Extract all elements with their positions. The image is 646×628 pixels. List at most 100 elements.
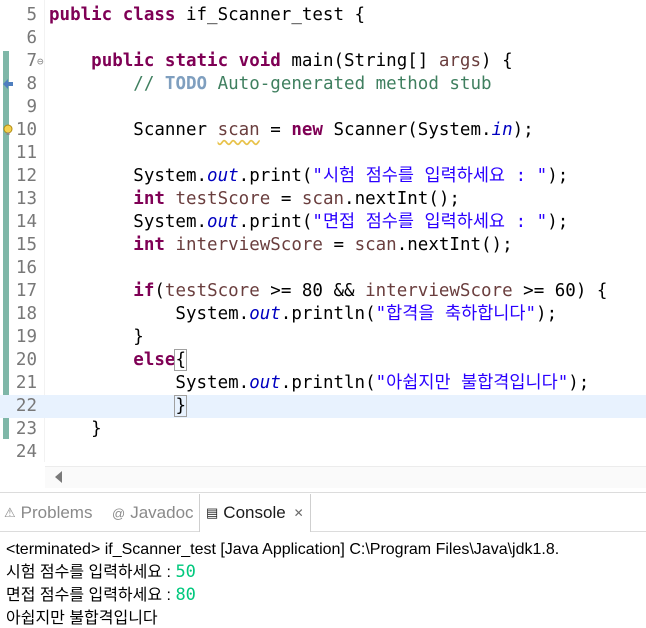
code-text[interactable]: System.out.print("시험 점수를 입력하세요 : "); <box>49 165 568 188</box>
code-token: } <box>174 395 187 417</box>
code-token: ); <box>547 212 569 232</box>
code-token: TODO <box>164 74 208 94</box>
code-token: = <box>270 189 302 209</box>
code-token: if <box>133 281 155 301</box>
code-line[interactable]: 8 // TODO Auto-generated method stub <box>0 73 646 96</box>
code-token: in <box>491 120 513 140</box>
code-token: System. <box>49 212 208 232</box>
scrollbar-track[interactable] <box>45 466 646 488</box>
code-token: Scanner(System. <box>333 120 492 140</box>
code-line[interactable]: 19 } <box>0 326 646 349</box>
problems-icon: ⚠ <box>4 505 16 520</box>
code-token: System. <box>49 304 250 324</box>
code-text[interactable]: } <box>49 326 144 349</box>
code-line[interactable]: 11 <box>0 142 646 165</box>
code-line[interactable]: 6 <box>0 27 646 50</box>
code-token: = <box>322 235 355 255</box>
code-line[interactable]: 9 <box>0 96 646 119</box>
code-token: ( <box>154 281 165 301</box>
console-input: 50 <box>175 562 196 582</box>
console-view[interactable]: <terminated> if_Scanner_test [Java Appli… <box>0 534 646 628</box>
code-text[interactable]: Scanner scan = new Scanner(System.in); <box>49 119 533 142</box>
line-number: 22 <box>15 396 37 416</box>
code-token: = <box>259 120 292 140</box>
line-number: 16 <box>15 258 37 278</box>
code-text[interactable]: if(testScore >= 80 && interviewScore >= … <box>49 280 607 303</box>
code-line[interactable]: 5 public class if_Scanner_test { <box>0 4 646 27</box>
console-prompt: 면접 점수를 입력하세요 : <box>6 587 176 604</box>
code-token: Auto-generated method stub <box>207 74 492 94</box>
code-token: "면접 점수를 입력하세요 : " <box>312 212 548 232</box>
code-token: .println( <box>280 304 376 324</box>
warning-lightbulb-icon[interactable] <box>2 124 14 136</box>
code-line[interactable]: 13 int testScore = scan.nextInt(); <box>0 188 646 211</box>
scroll-left-arrow-icon[interactable] <box>55 471 62 483</box>
code-line[interactable]: 22 } <box>0 395 646 418</box>
code-token: out <box>249 373 281 393</box>
code-token: Scanner <box>49 120 218 140</box>
tab-console[interactable]: ▤ Console ✕ <box>199 494 311 532</box>
code-text[interactable]: int testScore = scan.nextInt(); <box>49 188 460 211</box>
code-token: testScore <box>164 281 260 301</box>
code-text[interactable]: System.out.println("아쉽지만 불합격입니다"); <box>49 372 589 395</box>
line-number: 12 <box>15 166 37 186</box>
code-text[interactable]: } <box>49 418 102 441</box>
code-token: .nextInt(); <box>396 235 513 255</box>
code-text[interactable]: public static void main(String[] args) { <box>49 50 512 73</box>
code-line[interactable]: 23 } <box>0 418 646 441</box>
code-text[interactable]: // TODO Auto-generated method stub <box>49 73 492 96</box>
code-line[interactable]: 21 System.out.println("아쉽지만 불합격입니다"); <box>0 372 646 395</box>
code-editor[interactable]: 5 public class if_Scanner_test {6 7 ⊖ publi… <box>0 0 646 462</box>
code-token: } <box>49 327 144 347</box>
console-icon: ▤ <box>206 505 219 520</box>
fold-toggle-icon[interactable]: ⊖ <box>37 50 44 73</box>
code-line[interactable]: 18 System.out.println("합격을 축하합니다"); <box>0 303 646 326</box>
line-number: 9 <box>26 97 37 117</box>
tab-javadoc[interactable]: @ Javadoc <box>112 494 194 532</box>
code-token: // <box>133 74 165 94</box>
code-text[interactable]: public class if_Scanner_test { <box>49 4 365 27</box>
code-line[interactable]: 10 Scanner scan = new Scanner(System.in)… <box>0 119 646 142</box>
close-icon[interactable]: ✕ <box>294 506 304 520</box>
code-text[interactable]: System.out.print("면접 점수를 입력하세요 : "); <box>49 211 568 234</box>
code-line[interactable]: 24 <box>0 441 646 462</box>
code-text[interactable]: System.out.println("합격을 축하합니다"); <box>49 303 557 326</box>
code-line[interactable]: 15 int interviewScore = scan.nextInt(); <box>0 234 646 257</box>
code-token: >= 80 && <box>259 281 366 301</box>
code-text[interactable]: } <box>49 395 187 418</box>
line-number: 11 <box>15 143 37 163</box>
code-token: "합격을 축하합니다" <box>375 304 537 324</box>
code-line[interactable]: 16 <box>0 257 646 280</box>
code-token: scan <box>301 189 345 209</box>
override-marker-icon[interactable] <box>2 78 14 90</box>
code-line[interactable]: 12 System.out.print("시험 점수를 입력하세요 : "); <box>0 165 646 188</box>
code-line[interactable]: 20 else{ <box>0 349 646 372</box>
line-number: 15 <box>15 235 37 255</box>
code-token: scan <box>354 235 397 255</box>
code-token: out <box>207 212 239 232</box>
code-line[interactable]: 14 System.out.print("면접 점수를 입력하세요 : "); <box>0 211 646 234</box>
code-token: System. <box>49 373 250 393</box>
code-lines[interactable]: 5 public class if_Scanner_test {6 7 ⊖ publi… <box>0 4 646 462</box>
tab-problems-label: Problems <box>20 503 93 522</box>
tab-problems[interactable]: ⚠ Problems <box>4 494 92 532</box>
code-text[interactable]: int interviewScore = scan.nextInt(); <box>49 234 513 257</box>
code-token: interviewScore <box>365 281 513 301</box>
console-input: 80 <box>175 585 196 605</box>
code-text[interactable]: else{ <box>49 349 187 372</box>
code-token: public static void <box>91 51 292 71</box>
code-token: ); <box>568 373 590 393</box>
horizontal-scrollbar[interactable] <box>45 462 646 492</box>
line-number: 18 <box>15 304 37 324</box>
line-number: 23 <box>15 419 37 439</box>
code-token: main(String[] <box>291 51 439 71</box>
code-line[interactable]: 7 ⊖ public static void main(String[] args… <box>0 50 646 73</box>
line-number: 19 <box>15 327 37 347</box>
console-prompt: 시험 점수를 입력하세요 : <box>6 564 176 581</box>
code-token: interviewScore <box>175 235 323 255</box>
code-line[interactable]: 17 if(testScore >= 80 && interviewScore … <box>0 280 646 303</box>
code-token: .println( <box>280 373 376 393</box>
